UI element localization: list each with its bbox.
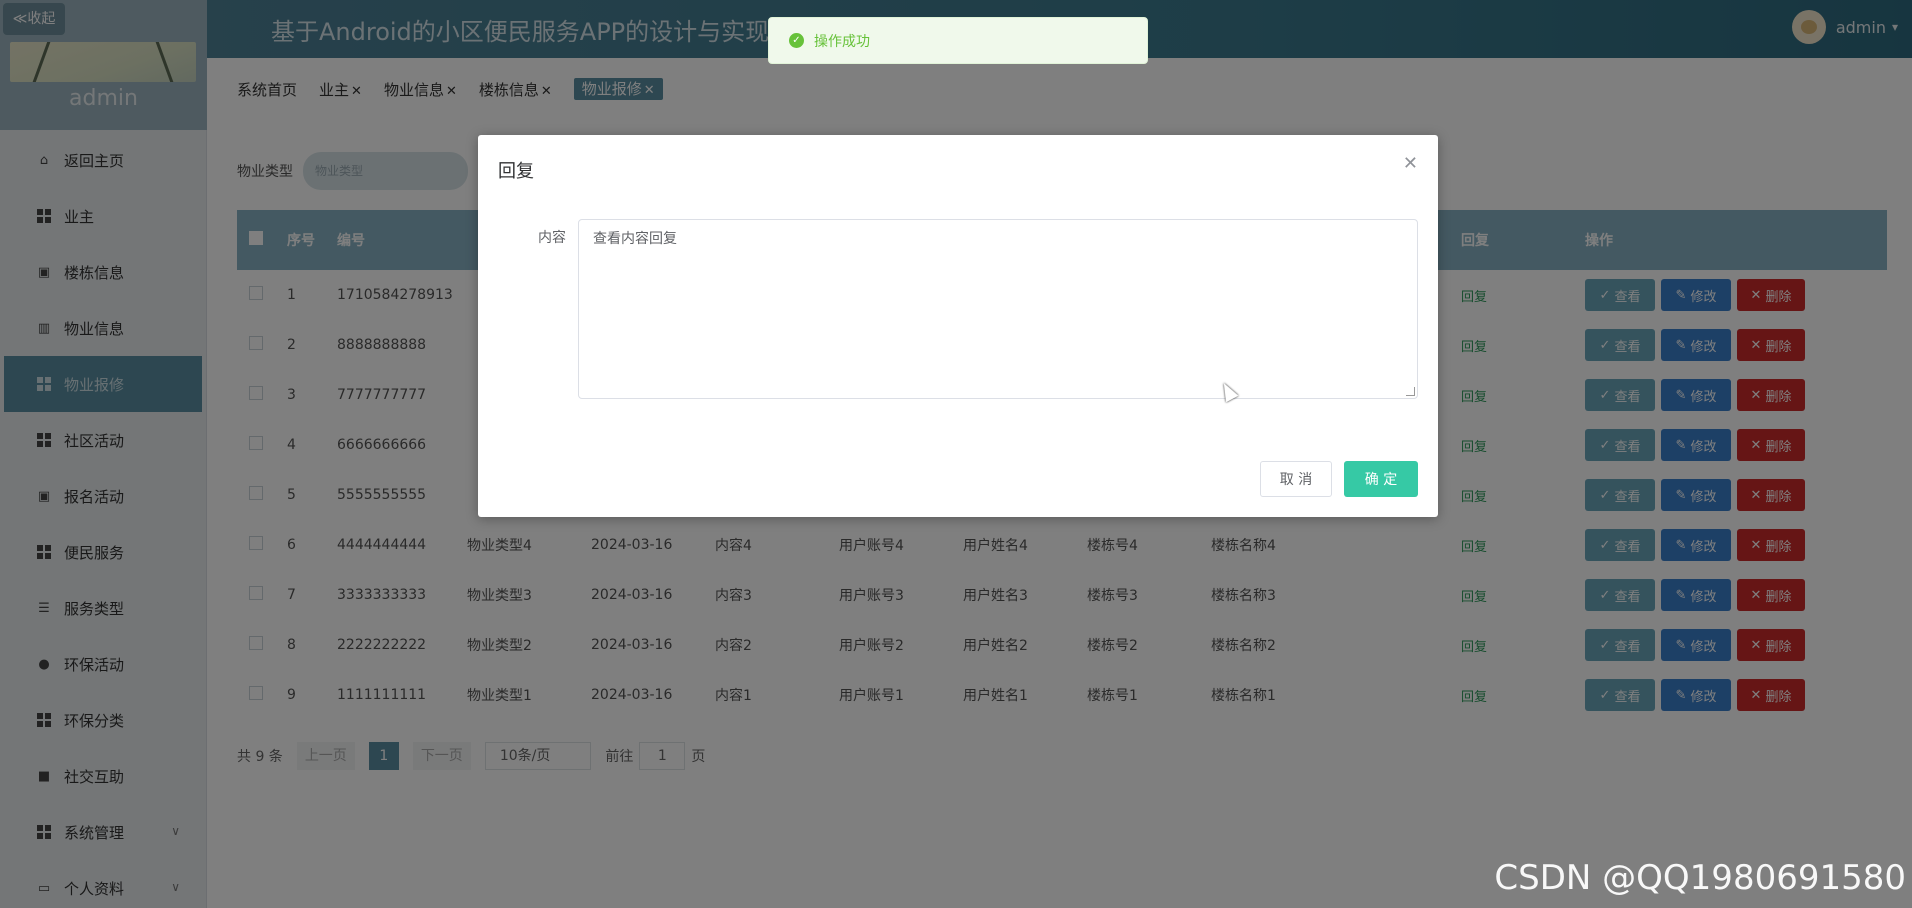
watermark: CSDN @QQ1980691580	[1494, 858, 1906, 898]
check-circle-icon: ✓	[789, 33, 804, 48]
confirm-button[interactable]: 确 定	[1344, 461, 1418, 497]
close-icon[interactable]: ✕	[1403, 153, 1418, 174]
toast-message: 操作成功	[814, 33, 870, 50]
cancel-button[interactable]: 取 消	[1260, 461, 1332, 497]
dialog-title: 回复	[498, 161, 534, 182]
reply-dialog: 回复 ✕ 内容 查看内容回复 取 消 确 定	[478, 135, 1438, 517]
content-label: 内容	[538, 230, 566, 246]
reply-content-textarea[interactable]: 查看内容回复	[578, 219, 1418, 399]
success-toast: ✓ 操作成功	[768, 17, 1148, 64]
